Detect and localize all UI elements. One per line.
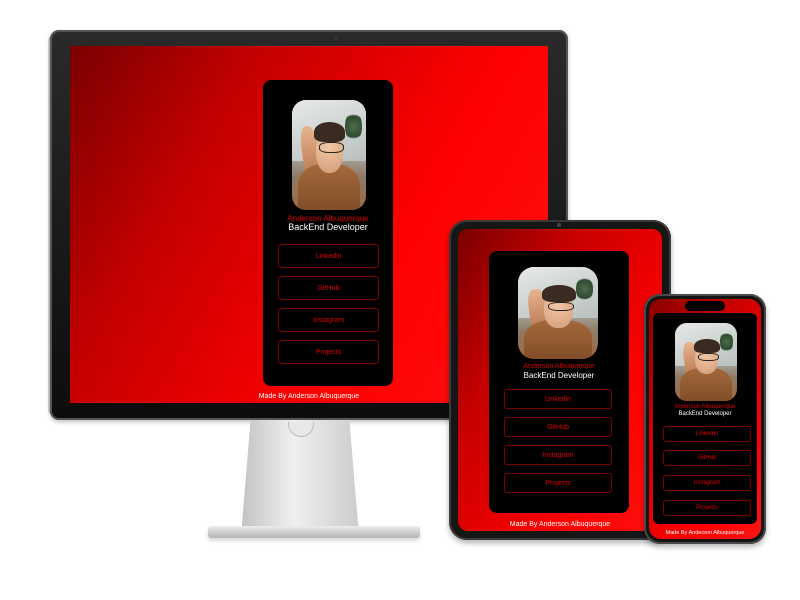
instagram-button[interactable]: Instagram (504, 445, 612, 465)
github-button[interactable]: GitHub (663, 450, 751, 466)
instagram-button[interactable]: Instagram (663, 475, 751, 491)
monitor-stand-base (208, 526, 420, 538)
profile-name: Anderson Albuquerque (523, 363, 595, 370)
projects-button[interactable]: Projects (278, 340, 379, 364)
instagram-button[interactable]: Instagram (278, 308, 379, 332)
profile-role: BackEnd Developer (678, 411, 732, 417)
monitor-camera (334, 36, 338, 40)
profile-card: Anderson Albuquerque BackEnd Developer L… (489, 251, 629, 513)
projects-button[interactable]: Projects (663, 500, 751, 516)
linkedin-button[interactable]: Linkedin (278, 244, 379, 268)
github-button[interactable]: GitHub (504, 417, 612, 437)
profile-card: Anderson Albuquerque BackEnd Developer L… (653, 313, 757, 524)
tablet-mockup: Anderson Albuquerque BackEnd Developer L… (449, 220, 671, 540)
tablet-screen: Anderson Albuquerque BackEnd Developer L… (458, 229, 662, 531)
tablet-camera (557, 223, 561, 227)
profile-photo (675, 323, 737, 401)
phone-notch (685, 301, 725, 311)
page-footer: Made By Anderson Albuquerque (665, 530, 745, 536)
linkedin-button[interactable]: Linkedin (504, 389, 612, 409)
profile-photo (518, 267, 598, 359)
phone-mockup: Anderson Albuquerque BackEnd Developer L… (644, 294, 766, 544)
profile-role: BackEnd Developer (523, 371, 595, 380)
profile-card: Anderson Albuquerque BackEnd Developer L… (263, 80, 393, 386)
profile-photo (292, 100, 366, 210)
github-button[interactable]: GitHub (278, 276, 379, 300)
projects-button[interactable]: Projects (504, 473, 612, 493)
profile-role: BackEnd Developer (288, 222, 368, 232)
profile-name: Anderson Albuquerque (674, 404, 736, 410)
linkedin-button[interactable]: Linkedin (663, 426, 751, 442)
phone-screen: Anderson Albuquerque BackEnd Developer L… (649, 299, 761, 539)
page-footer: Made By Anderson Albuquerque (509, 521, 611, 528)
